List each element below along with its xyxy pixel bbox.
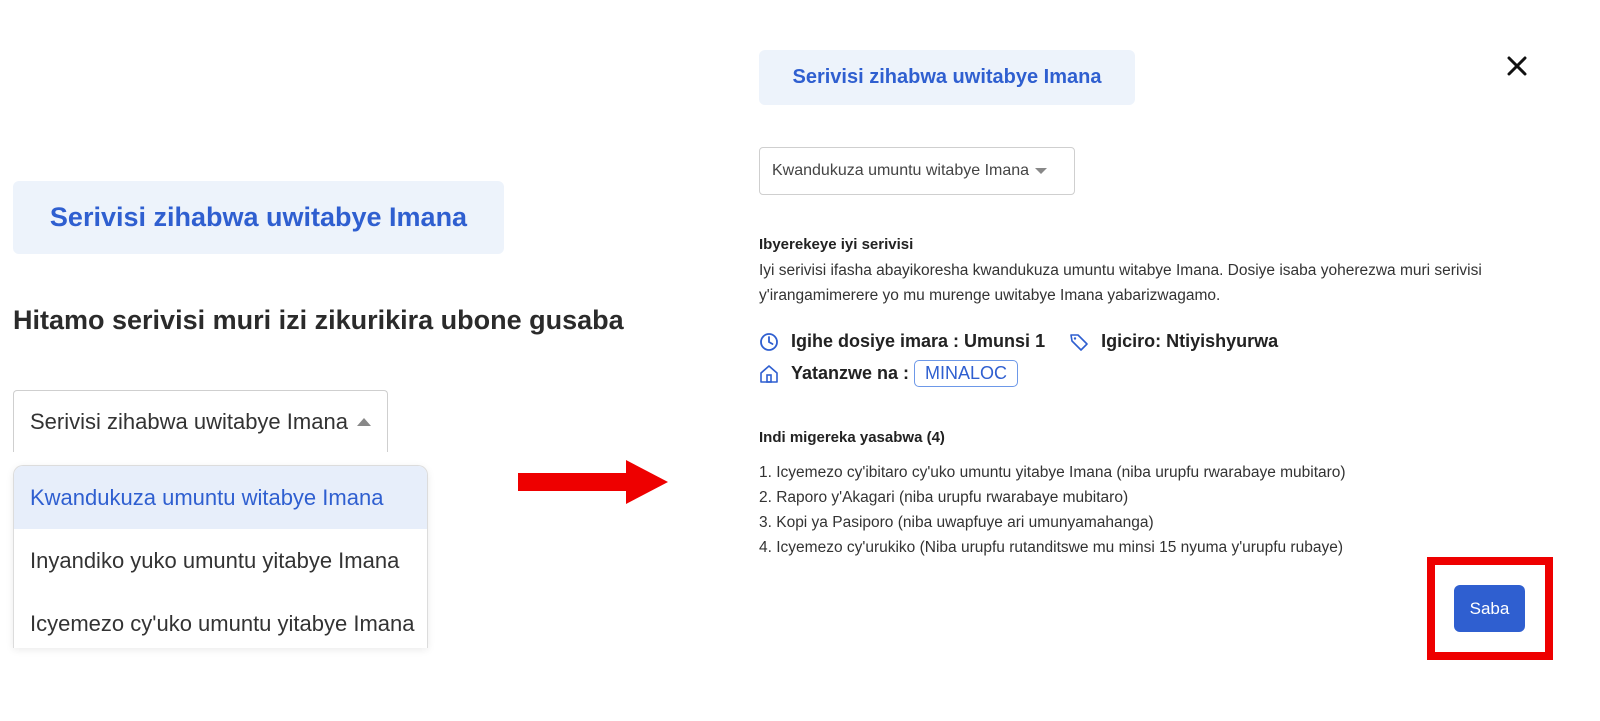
left-category-select-value: Serivisi zihabwa uwitabye Imana (30, 408, 348, 434)
dropdown-option[interactable]: Inyandiko yuko umuntu yitabye Imana (14, 529, 427, 592)
required-documents-title: Indi migereka yasabwa (4) (759, 429, 945, 446)
close-icon[interactable] (1501, 50, 1533, 82)
provider-label: Yatanzwe na : (791, 363, 910, 383)
arrow-right-icon (518, 460, 668, 504)
list-item: 3. Kopi ya Pasiporo (niba uwapfuye ari u… (759, 514, 1154, 531)
list-item: 2. Raporo y'Akagari (niba urupfu rwaraba… (759, 489, 1129, 506)
submit-request-button[interactable]: Saba (1454, 585, 1525, 632)
building-icon (760, 364, 778, 383)
left-dropdown-list: Kwandukuza umuntu witabye Imana Inyandik… (13, 465, 428, 648)
left-service-category-tag: Serivisi zihabwa uwitabye Imana (13, 181, 504, 254)
list-item: 1. Icyemezo cy'ibitaro cy'uko umuntu yit… (759, 464, 1346, 481)
right-service-category-tag: Serivisi zihabwa uwitabye Imana (759, 50, 1135, 105)
dropdown-option[interactable]: Icyemezo cy'uko umuntu yitabye Imana (14, 592, 427, 648)
required-documents-list: 1. Icyemezo cy'ibitaro cy'uko umuntu yit… (759, 460, 1346, 560)
chevron-up-icon (356, 417, 371, 426)
price-text: Igiciro: Ntiyishyurwa (1101, 331, 1279, 351)
service-meta-row: Igihe dosiye imara : Umunsi 1 Igiciro: N… (759, 331, 1278, 352)
left-category-select[interactable]: Serivisi zihabwa uwitabye Imana (13, 390, 388, 452)
service-select[interactable]: Kwandukuza umuntu witabye Imana (759, 147, 1075, 195)
service-provider-row: Yatanzwe na : MINALOC (759, 360, 1019, 387)
clock-icon (760, 332, 778, 351)
service-select-value: Kwandukuza umuntu witabye Imana (772, 162, 1030, 179)
about-service-title: Ibyerekeye iyi serivisi (759, 236, 914, 253)
about-service-text: Iyi serivisi ifasha abayikoresha kwanduk… (759, 262, 1482, 304)
chevron-down-icon (1035, 168, 1048, 174)
provider-badge: MINALOC (914, 360, 1019, 387)
list-item: 4. Icyemezo cy'urukiko (Niba urupfu ruta… (759, 539, 1343, 556)
dropdown-option[interactable]: Kwandukuza umuntu witabye Imana (14, 466, 427, 529)
price-tag-icon (1070, 333, 1088, 351)
duration-text: Igihe dosiye imara : Umunsi 1 (791, 331, 1046, 351)
left-page-heading: Hitamo serivisi muri izi zikurikira ubon… (13, 305, 624, 335)
